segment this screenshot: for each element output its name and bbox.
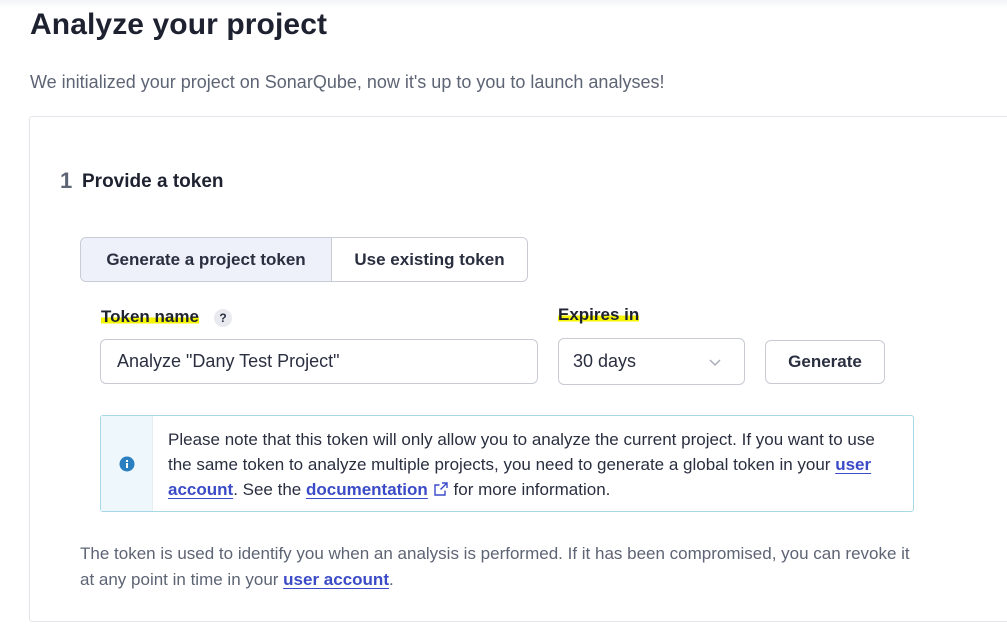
info-text-part-1: Please note that this token will only al… [168,430,875,474]
documentation-link-label: documentation [305,480,428,499]
footnote-text-part-1: The token is used to identify you when a… [80,544,910,589]
token-name-label: Token name [101,307,199,327]
chevron-down-icon [709,358,721,366]
info-message-text: Please note that this token will only al… [153,416,913,511]
step-title: Provide a token [82,171,224,192]
external-link-icon [434,482,448,496]
expires-in-select[interactable]: 30 days [558,338,745,385]
footnote-text-part-2: . [388,570,394,589]
page-subtitle: We initialized your project on SonarQube… [30,72,665,92]
help-icon[interactable]: ? [214,309,232,327]
documentation-link[interactable]: documentation [306,480,449,499]
step-number: 1 [60,168,73,193]
info-icon-column [101,416,153,511]
footnote-user-account-link[interactable]: user account [283,570,389,589]
info-icon [119,456,134,471]
expires-in-value: 30 days [573,351,637,371]
expires-in-label-text: Expires in [558,305,640,324]
use-existing-token-option[interactable]: Use existing token [332,238,527,281]
token-name-label-text: Token name [101,307,199,326]
generate-button[interactable]: Generate [765,340,885,384]
info-text-part-3: for more information. [448,480,611,499]
token-name-input[interactable] [100,339,538,384]
token-mode-toggle: Generate a project token Use existing to… [80,237,528,282]
info-text-part-2: . See the [233,480,306,499]
expires-in-label: Expires in [558,305,640,325]
top-fade [0,0,1007,8]
generate-project-token-option[interactable]: Generate a project token [81,238,332,281]
info-message-box: Please note that this token will only al… [100,415,914,512]
token-usage-note: The token is used to identify you when a… [80,541,920,593]
page-title: Analyze your project [30,8,328,41]
